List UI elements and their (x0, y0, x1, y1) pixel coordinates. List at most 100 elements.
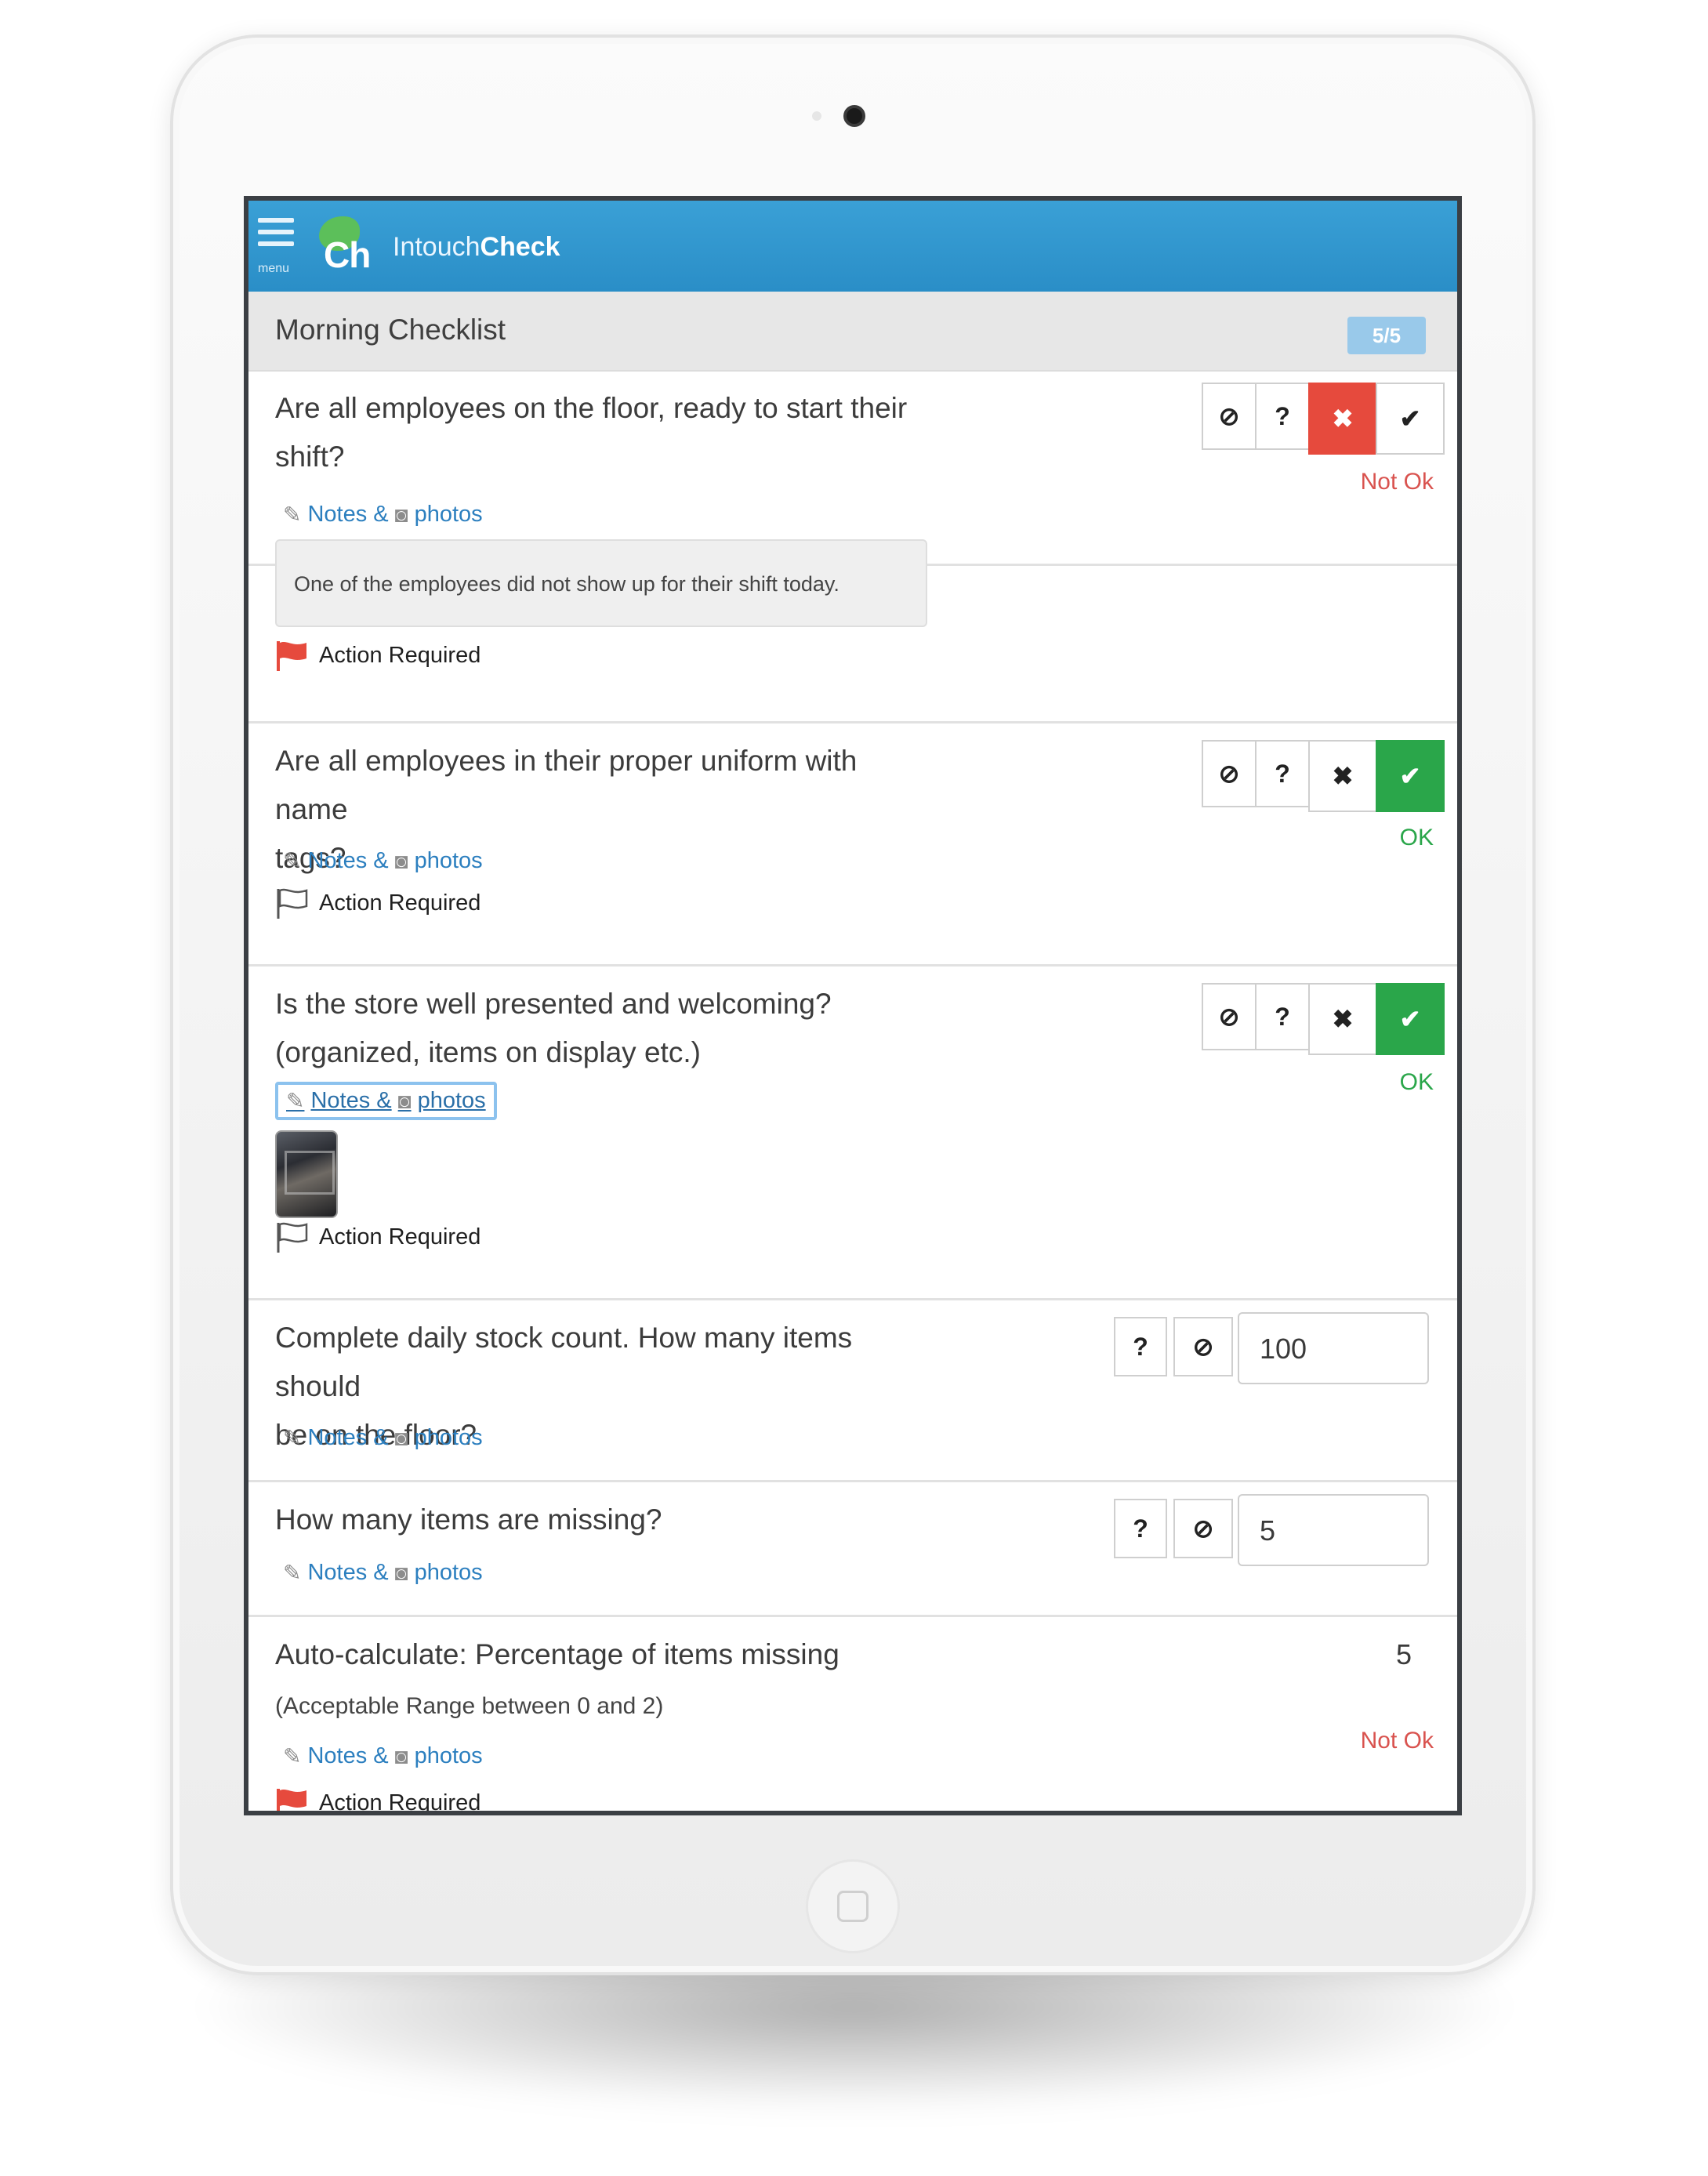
question-text: Auto-calculate: Percentage of items miss… (275, 1630, 934, 1679)
ok-button[interactable]: ✔ (1376, 740, 1445, 812)
photos-label: photos (414, 502, 483, 527)
question-line: Complete daily stock count. How many ite… (275, 1322, 853, 1402)
na-button[interactable]: ⊘ (1202, 740, 1257, 807)
unsure-button[interactable]: ? (1255, 983, 1310, 1050)
notes-photos-link[interactable]: ✎ Notes & ◙ photos (283, 1560, 483, 1586)
action-required-label: Action Required (319, 890, 481, 916)
home-button[interactable] (806, 1859, 900, 1953)
unsure-button[interactable]: ? (1114, 1317, 1167, 1376)
photo-thumbnail[interactable] (275, 1130, 338, 1218)
flag-icon (277, 641, 306, 671)
calculated-value: 5 (1395, 1638, 1412, 1670)
divider (248, 1480, 1457, 1482)
check-icon: ✔ (1399, 762, 1421, 790)
status-label: Not Ok (1360, 469, 1434, 495)
action-required-toggle[interactable]: Action Required (275, 1787, 480, 1811)
x-icon: ✖ (1332, 1005, 1354, 1033)
na-button[interactable]: ⊘ (1202, 983, 1257, 1050)
checklist-item: Are all employees on the floor, ready to… (248, 372, 1457, 566)
not-ok-button[interactable]: ✖ (1308, 740, 1377, 812)
photos-label: photos (417, 1088, 486, 1113)
question-line: Are all employees in their proper unifor… (275, 745, 858, 825)
unsure-button[interactable]: ? (1114, 1499, 1167, 1558)
camera-icon: ◙ (394, 1425, 408, 1450)
question-text: Are all employees on the floor, ready to… (275, 384, 934, 481)
brand-name: IntouchCheck (393, 232, 560, 263)
question-line: Is the store well presented and welcomin… (275, 988, 832, 1020)
note-text: One of the employees did not show up for… (275, 539, 927, 627)
action-required-toggle[interactable]: Action Required (275, 1221, 480, 1253)
action-required-label: Action Required (319, 642, 481, 668)
check-icon: ✔ (1399, 404, 1421, 433)
top-bar: menu Ch IntouchCheck (248, 201, 1457, 292)
na-icon: ⊘ (1218, 402, 1240, 430)
notes-photos-link[interactable]: ✎ Notes & ◙ photos (283, 502, 483, 528)
na-icon: ⊘ (1218, 1003, 1240, 1031)
question-icon: ? (1133, 1332, 1148, 1361)
edit-icon: ✎ (283, 502, 302, 527)
ok-button[interactable]: ✔ (1376, 983, 1445, 1055)
question-icon: ? (1275, 759, 1290, 788)
notes-photos-link[interactable]: ✎ Notes & ◙ photos (283, 1425, 483, 1451)
question-line: How many items are missing? (275, 1503, 662, 1536)
notes-photos-link[interactable]: ✎ Notes & ◙ photos (283, 1743, 483, 1769)
na-button[interactable]: ⊘ (1173, 1317, 1233, 1376)
status-label: OK (1399, 1069, 1434, 1095)
na-icon: ⊘ (1192, 1514, 1214, 1543)
notes-photos-link[interactable]: ✎ Notes & ◙ photos (283, 848, 483, 874)
not-ok-button[interactable]: ✖ (1308, 383, 1377, 455)
flag-outline-icon (277, 1222, 308, 1253)
range-note: (Acceptable Range between 0 and 2) (275, 1693, 664, 1719)
question-line: Are all employees on the floor, ready to… (275, 392, 908, 424)
camera-icon: ◙ (394, 502, 408, 527)
divider (248, 964, 1457, 967)
checklist-header: Morning Checklist 5/5 (248, 292, 1457, 372)
notes-label: Notes & (307, 1425, 389, 1450)
numeric-actions: ? ⊘ (1114, 1317, 1233, 1376)
brand-light: Intouch (393, 232, 480, 262)
question-icon: ? (1275, 1002, 1290, 1031)
numeric-actions: ? ⊘ (1114, 1499, 1233, 1558)
notes-label: Notes & (307, 1560, 389, 1585)
action-required-toggle[interactable]: Action Required (275, 640, 480, 671)
menu-label: menu (258, 262, 290, 275)
na-button[interactable]: ⊘ (1173, 1499, 1233, 1558)
menu-icon-bar (258, 230, 294, 234)
divider (248, 1615, 1457, 1617)
menu-icon (258, 218, 294, 223)
ok-button[interactable]: ✔ (1376, 383, 1445, 455)
notes-photos-link[interactable]: ✎ Notes & ◙ photos (275, 1082, 497, 1120)
not-ok-button[interactable]: ✖ (1308, 983, 1377, 1055)
front-camera (843, 105, 865, 127)
edit-icon: ✎ (286, 1089, 305, 1113)
question-icon: ? (1133, 1514, 1148, 1543)
unsure-button[interactable]: ? (1255, 740, 1310, 807)
camera-icon: ◙ (394, 1743, 408, 1768)
action-required-label: Action Required (319, 1224, 481, 1249)
question-line: (organized, items on display etc.) (275, 1036, 701, 1068)
action-required-toggle[interactable]: Action Required (275, 887, 480, 919)
app-logo: Ch (314, 216, 371, 276)
front-sensor (812, 111, 821, 121)
notes-label: Notes & (307, 1743, 389, 1768)
edit-icon: ✎ (283, 1426, 302, 1450)
unsure-button[interactable]: ? (1255, 383, 1310, 450)
status-label: Not Ok (1360, 1728, 1434, 1753)
answer-buttons: ⊘ ? ✖ ✔ (1202, 983, 1445, 1055)
divider (248, 721, 1457, 724)
camera-icon: ◙ (397, 1088, 412, 1113)
camera-icon: ◙ (394, 1560, 408, 1585)
question-text: Is the store well presented and welcomin… (275, 980, 934, 1077)
check-icon: ✔ (1399, 1005, 1421, 1033)
brand-bold: Check (480, 232, 560, 262)
menu-button[interactable]: menu (258, 218, 297, 275)
status-label: OK (1399, 825, 1434, 850)
logo-text: Ch (324, 234, 371, 275)
photos-label: photos (414, 848, 483, 873)
edit-icon: ✎ (283, 1744, 302, 1768)
quantity-input[interactable]: 100 (1238, 1312, 1429, 1384)
na-button[interactable]: ⊘ (1202, 383, 1257, 450)
x-icon: ✖ (1332, 404, 1354, 433)
quantity-input[interactable]: 5 (1238, 1494, 1429, 1566)
na-icon: ⊘ (1192, 1333, 1214, 1361)
